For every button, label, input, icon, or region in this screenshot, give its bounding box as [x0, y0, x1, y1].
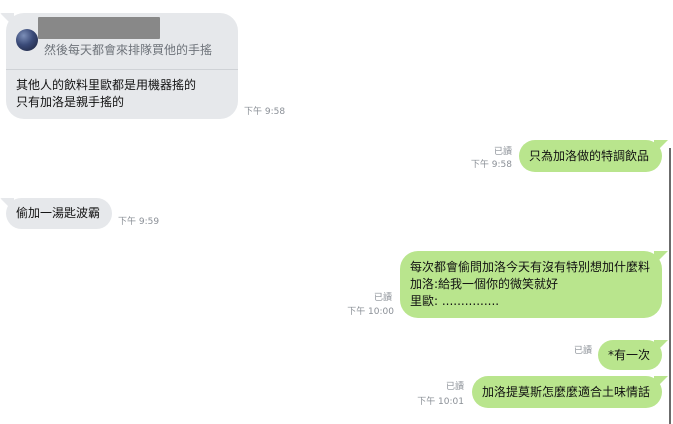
message-text: 只為加洛做的特調飲品 — [529, 149, 650, 163]
incoming-message-bubble[interactable]: 然後每天都會來排隊買他的手搖 其他人的飲料里歐都是用機器搖的 只有加洛是親手搖的 — [6, 13, 238, 119]
message-text: *有一次 — [608, 348, 651, 362]
scrollbar-edge[interactable] — [669, 148, 671, 424]
read-receipt: 已讀 — [445, 382, 464, 392]
message-text: 每次都會偷問加洛今天有沒有特別想加什麼料 加洛:給我一個你的微笑就好 里歐: .… — [410, 260, 651, 308]
avatar[interactable] — [16, 29, 38, 51]
incoming-message-bubble[interactable]: 偷加一湯匙波霸 — [6, 198, 112, 229]
read-receipt: 已讀 — [373, 293, 392, 303]
outgoing-message-bubble[interactable]: 加洛提莫斯怎麼麼適合土味情話 — [472, 376, 662, 408]
reply-sender-redacted — [38, 17, 160, 39]
reply-preview-text: 然後每天都會來排隊買他的手搖 — [44, 43, 213, 57]
reply-divider — [6, 69, 238, 70]
message-time: 下午 10:01 — [417, 397, 464, 407]
outgoing-message-bubble[interactable]: 每次都會偷問加洛今天有沒有特別想加什麼料 加洛:給我一個你的微笑就好 里歐: .… — [400, 251, 662, 318]
read-receipt: 已讀 — [573, 346, 592, 356]
outgoing-message-bubble[interactable]: *有一次 — [598, 340, 662, 370]
message-time: 下午 10:00 — [347, 307, 394, 317]
message-time: 下午 9:59 — [118, 217, 160, 227]
reply-preview[interactable]: 然後每天都會來排隊買他的手搖 — [6, 13, 238, 69]
message-text: 偷加一湯匙波霸 — [16, 206, 101, 220]
message-text: 加洛提莫斯怎麼麼適合土味情話 — [482, 385, 651, 399]
read-receipt: 已讀 — [493, 147, 512, 157]
message-time: 下午 9:58 — [244, 107, 286, 117]
outgoing-message-bubble[interactable]: 只為加洛做的特調飲品 — [519, 140, 662, 172]
message-time: 下午 9:58 — [470, 160, 512, 170]
message-text: 其他人的飲料里歐都是用機器搖的 只有加洛是親手搖的 — [16, 78, 197, 109]
